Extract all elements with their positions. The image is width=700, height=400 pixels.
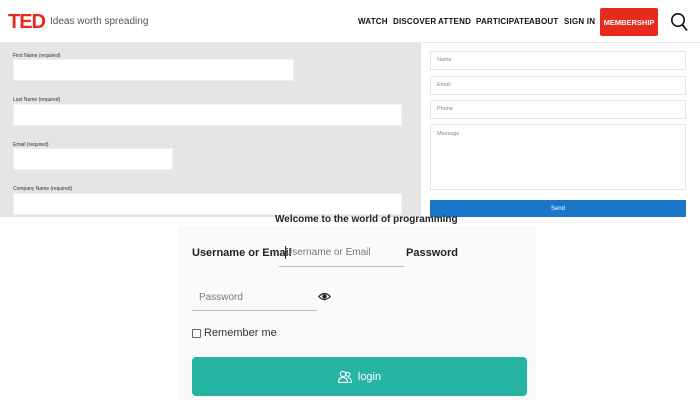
company-name-label: Company Name (required) [13,186,73,192]
contact-form: Name Email Phone Message Send [421,43,700,219]
message-textarea[interactable]: Message [430,124,686,190]
nav-about[interactable]: ABOUT [529,17,558,26]
username-label: Username or Email [192,247,292,259]
nav-attend[interactable]: ATTEND [438,17,471,26]
eye-icon[interactable] [318,291,331,302]
remember-me[interactable]: Remember me [192,327,277,339]
username-placeholder: Username or Email [285,247,371,258]
email-input[interactable]: Email [430,76,686,95]
phone-placeholder: Phone [437,106,453,112]
nav-discover[interactable]: DISCOVER [393,17,436,26]
email-input[interactable] [13,148,173,170]
name-input[interactable]: Name [430,51,686,70]
password-input[interactable]: Password [192,285,317,311]
remember-label: Remember me [204,327,277,339]
nav-watch[interactable]: WATCH [358,17,388,26]
password-label: Password [406,247,458,259]
site-header: TED Ideas worth spreading WATCH DISCOVER… [0,0,700,43]
users-icon [337,370,352,383]
page: TED Ideas worth spreading WATCH DISCOVER… [0,0,700,400]
message-placeholder: Message [437,131,460,137]
login-button[interactable]: login [192,357,527,396]
login-label: login [357,370,382,383]
nav-participate[interactable]: PARTICIPATE [476,17,530,26]
tagline: Ideas worth spreading [50,16,149,27]
registration-form: First Name (required) Last Name (require… [0,43,421,217]
search-icon[interactable] [670,12,688,32]
last-name-input[interactable] [13,104,402,126]
send-button[interactable]: Send [430,200,686,217]
ted-logo[interactable]: TED [8,11,46,34]
welcome-heading: Welcome to the world of programming [275,214,458,225]
first-name-input[interactable] [13,59,294,81]
text-caret [285,246,286,259]
email-placeholder: Email [437,82,451,88]
phone-input[interactable]: Phone [430,100,686,119]
username-input[interactable]: Username or Email [279,241,404,267]
password-placeholder: Password [199,292,243,303]
membership-button[interactable]: MEMBERSHIP [600,8,658,36]
last-name-label: Last Name (required) [13,97,61,103]
name-placeholder: Name [437,57,452,63]
nav-sign-in[interactable]: SIGN IN [564,17,595,26]
company-name-input[interactable] [13,193,402,215]
remember-checkbox[interactable] [192,328,201,338]
